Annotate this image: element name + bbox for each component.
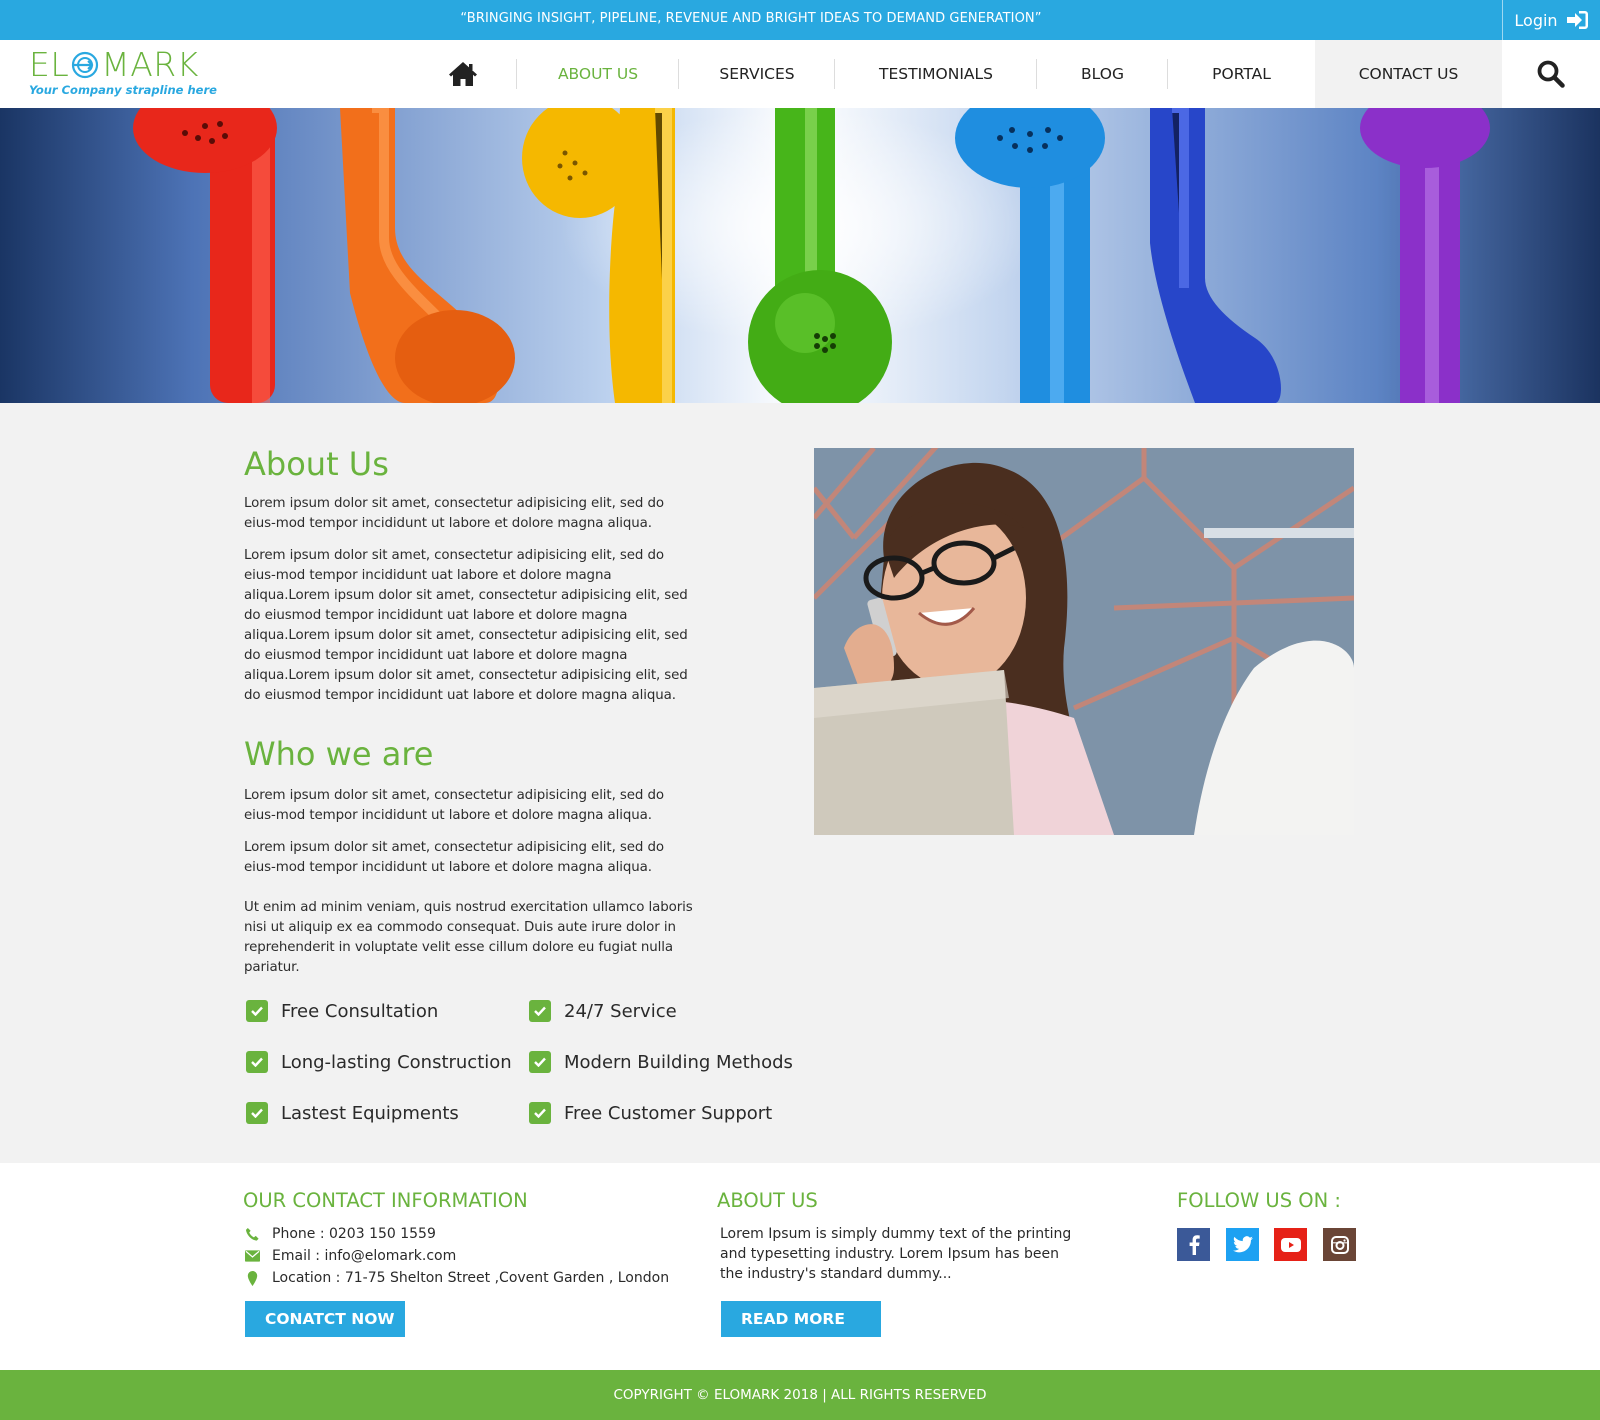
- feature-label: Free Customer Support: [564, 1102, 773, 1124]
- login-button[interactable]: Login: [1502, 0, 1600, 40]
- copyright-bar: COPYRIGHT © ELOMARK 2018 | ALL RIGHTS RE…: [0, 1370, 1600, 1420]
- feature-item: Free Customer Support: [529, 1102, 772, 1124]
- instagram-icon[interactable]: [1323, 1228, 1356, 1261]
- about-paragraph-2: Lorem ipsum dolor sit amet, consectetur …: [244, 548, 688, 703]
- feature-item: Free Consultation: [246, 1000, 438, 1022]
- nav-testimonials[interactable]: TESTIMONIALS: [835, 40, 1037, 108]
- login-label: Login: [1514, 10, 1558, 30]
- feature-item: Lastest Equipments: [246, 1102, 459, 1124]
- feature-label: Modern Building Methods: [564, 1051, 793, 1073]
- who-paragraph-3: Ut enim ad minim veniam, quis nostrud ex…: [244, 900, 693, 975]
- who-heading: Who we are: [244, 735, 434, 773]
- nav-blog[interactable]: BLOG: [1037, 40, 1168, 108]
- phone-icon: [245, 1227, 259, 1241]
- about-paragraph-1: Lorem ipsum dolor sit amet, consectetur …: [244, 496, 664, 531]
- feature-label: Free Consultation: [281, 1000, 439, 1022]
- map-marker-icon: [247, 1270, 258, 1286]
- youtube-icon[interactable]: [1274, 1228, 1307, 1261]
- footer-about-text: Lorem Ipsum is simply dummy text of the …: [720, 1226, 1072, 1282]
- twitter-icon[interactable]: [1226, 1228, 1259, 1261]
- contact-location-text: Location : 71-75 Shelton Street ,Covent …: [272, 1270, 670, 1286]
- contact-location: Location : 71-75 Shelton Street ,Covent …: [245, 1267, 669, 1289]
- contact-info-list: Phone : 0203 150 1559 Email : info@eloma…: [245, 1223, 669, 1289]
- footer-about-title: ABOUT US: [717, 1189, 818, 1212]
- who-paragraph-1: Lorem ipsum dolor sit amet, consectetur …: [244, 788, 664, 823]
- logo-strapline: Your Company strapline here: [29, 83, 217, 97]
- logo-o-icon: [72, 51, 99, 79]
- logo-text-right: MARK: [101, 45, 199, 84]
- nav-home[interactable]: [409, 40, 517, 108]
- contact-phone-text: Phone : 0203 150 1559: [272, 1226, 436, 1242]
- home-icon: [449, 62, 477, 86]
- check-icon: [246, 1102, 268, 1124]
- nav-services[interactable]: SERVICES: [679, 40, 835, 108]
- feature-item: Long-lasting Construction: [246, 1051, 512, 1073]
- about-column: About Us Lorem ipsum dolor sit amet, con…: [244, 403, 699, 978]
- who-paragraph-2: Lorem ipsum dolor sit amet, consectetur …: [244, 840, 664, 875]
- feature-item: Modern Building Methods: [529, 1051, 793, 1073]
- facebook-icon[interactable]: [1177, 1228, 1210, 1261]
- top-bar: “BRINGING INSIGHT, PIPELINE, REVENUE AND…: [0, 0, 1600, 40]
- follow-us-title: FOLLOW US ON :: [1177, 1189, 1341, 1212]
- contact-now-button[interactable]: CONATCT NOW: [245, 1301, 405, 1337]
- contact-phone: Phone : 0203 150 1559: [245, 1223, 669, 1245]
- logo-text-left: EL: [29, 45, 70, 84]
- nav-contact-us[interactable]: CONTACT US: [1315, 40, 1502, 108]
- check-icon: [246, 1000, 268, 1022]
- hero-banner-image: [0, 108, 1600, 403]
- check-icon: [529, 1102, 551, 1124]
- contact-email-text[interactable]: Email : info@elomark.com: [272, 1248, 456, 1264]
- nav-about-us[interactable]: ABOUT US: [517, 40, 679, 108]
- check-icon: [246, 1051, 268, 1073]
- envelope-icon: [245, 1250, 260, 1262]
- nav-portal[interactable]: PORTAL: [1168, 40, 1315, 108]
- feature-label: 24/7 Service: [564, 1000, 677, 1022]
- search-icon: [1537, 60, 1565, 88]
- about-heading: About Us: [244, 445, 389, 483]
- check-icon: [529, 1051, 551, 1073]
- site-header: EL MARK Your Company strapline here ABOU…: [0, 40, 1600, 108]
- check-icon: [529, 1000, 551, 1022]
- feature-label: Lastest Equipments: [281, 1102, 459, 1124]
- logo[interactable]: EL MARK Your Company strapline here: [29, 48, 229, 104]
- top-slogan: “BRINGING INSIGHT, PIPELINE, REVENUE AND…: [460, 11, 1042, 26]
- logo-wordmark: EL MARK: [29, 48, 229, 82]
- feature-label: Long-lasting Construction: [281, 1051, 512, 1073]
- read-more-button[interactable]: READ MORE: [721, 1301, 881, 1337]
- phone-handsets-illustration: [133, 108, 1490, 403]
- contact-info-title: OUR CONTACT INFORMATION: [243, 1189, 528, 1212]
- contact-email: Email : info@elomark.com: [245, 1245, 669, 1267]
- main-content: About Us Lorem ipsum dolor sit amet, con…: [244, 403, 1356, 1163]
- feature-item: 24/7 Service: [529, 1000, 677, 1022]
- footer: OUR CONTACT INFORMATION Phone : 0203 150…: [0, 1163, 1600, 1370]
- main-nav: ABOUT US SERVICES TESTIMONIALS BLOG PORT…: [409, 40, 1502, 108]
- sign-in-icon: [1566, 11, 1588, 29]
- search-button[interactable]: [1502, 40, 1600, 108]
- woman-on-phone-photo: [814, 448, 1354, 835]
